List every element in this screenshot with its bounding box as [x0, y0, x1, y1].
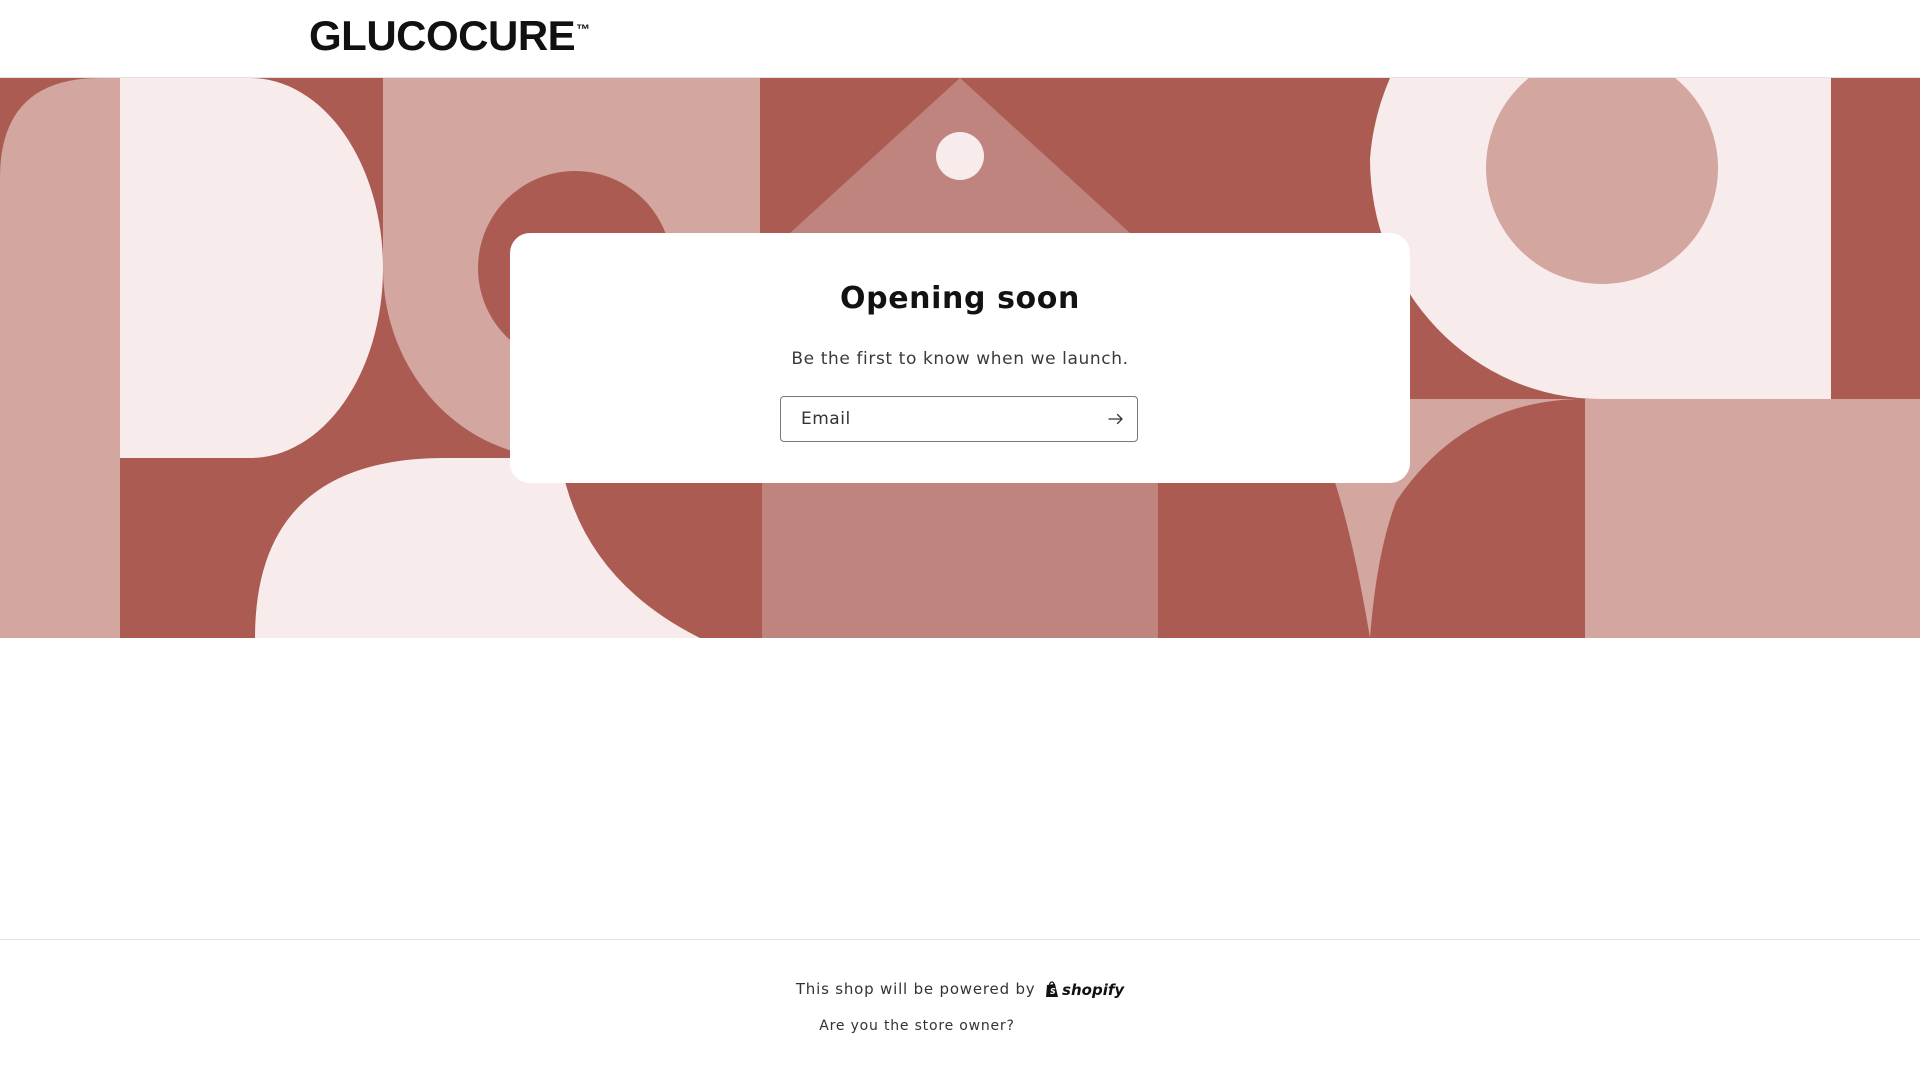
powered-by: This shop will be powered by S shopify [0, 980, 1920, 999]
powered-by-text: This shop will be powered by [795, 980, 1036, 998]
store-owner-link[interactable]: Are you the store owner? [819, 1018, 1014, 1034]
site-header: GLUCOCURE™ [0, 0, 1920, 78]
card-subtitle: Be the first to know when we launch. [791, 349, 1129, 369]
opening-soon-card: Opening soon Be the first to know when w… [510, 233, 1410, 483]
hero-banner: Opening soon Be the first to know when w… [0, 78, 1920, 638]
shopify-bag-icon: S [1046, 981, 1059, 997]
store-owner-link-row: Are you the store owner? [0, 1018, 1834, 1034]
site-logo[interactable]: GLUCOCURE™ [309, 14, 590, 67]
card-title: Opening soon [840, 281, 1080, 316]
footer-divider [0, 939, 1920, 940]
shopify-link[interactable]: S shopify [1045, 981, 1124, 999]
subscribe-button[interactable] [1101, 404, 1131, 434]
svg-text:S: S [1050, 987, 1056, 996]
email-input[interactable] [781, 397, 1101, 441]
shopify-wordmark: shopify [1062, 980, 1125, 999]
email-form [780, 396, 1138, 442]
arrow-right-icon [1108, 413, 1123, 425]
